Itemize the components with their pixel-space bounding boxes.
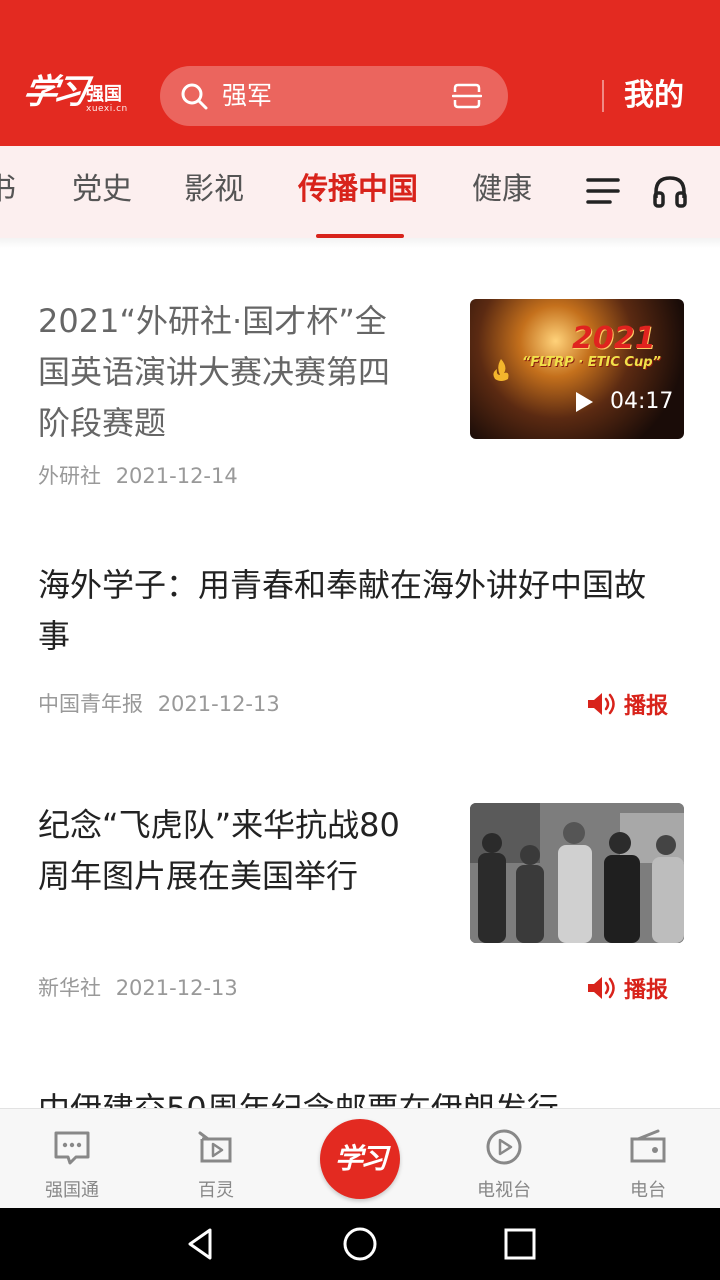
broadcast-label: 播报 — [624, 694, 669, 719]
tab-shadow — [0, 238, 720, 248]
nav-label: 电台 — [630, 1180, 666, 1201]
tv-play-icon — [486, 1129, 522, 1165]
article-source: 外研社 — [38, 464, 101, 488]
title-line: 周年图片展在美国举行 — [38, 857, 359, 895]
radio-icon — [630, 1129, 666, 1163]
top-header: 学习 强国 xuexi.cn 强军 我的 — [0, 0, 720, 146]
play-icon — [576, 392, 593, 412]
nav-label: 电视台 — [477, 1180, 531, 1201]
header-divider — [602, 80, 604, 112]
menu-icon[interactable] — [586, 176, 622, 206]
logo-domain: xuexi.cn — [86, 104, 128, 114]
tab-party-history[interactable]: 党史 — [72, 170, 132, 210]
article-meta: 外研社 2021-12-14 — [38, 462, 246, 490]
thumbnail-year: 2021 — [572, 321, 656, 356]
video-duration: 04:17 — [610, 389, 674, 414]
article-meta: 新华社 2021-12-13 — [38, 974, 246, 1002]
article-date: 2021-12-13 — [115, 976, 238, 1000]
article-date: 2021-12-14 — [115, 464, 238, 488]
title-line: 纪念“飞虎队”来华抗战80 — [38, 806, 400, 844]
video-thumbnail[interactable]: 2021 “FLTRP · ETIC Cup” 04:17 — [470, 299, 684, 439]
nav-bailing[interactable]: 百灵 — [166, 1109, 266, 1209]
search-bar[interactable]: 强军 — [160, 66, 508, 126]
channel-tabs: 书 党史 影视 传播中国 健康 — [0, 146, 720, 238]
scan-icon[interactable] — [452, 82, 482, 110]
back-icon[interactable] — [182, 1226, 218, 1262]
title-line: 阶段赛题 — [38, 404, 167, 442]
tab-book[interactable]: 书 — [0, 170, 16, 210]
headphone-icon[interactable] — [652, 174, 688, 208]
nav-tv[interactable]: 电视台 — [454, 1109, 554, 1209]
nav-label: 强国通 — [45, 1180, 99, 1201]
search-query-text: 强军 — [222, 81, 273, 110]
article-title: 海外学子：用青春和奉献在海外讲好中国故 事 — [38, 560, 698, 662]
tab-spread-china[interactable]: 传播中国 — [298, 170, 418, 210]
nav-radio[interactable]: 电台 — [598, 1109, 698, 1209]
mine-button[interactable]: 我的 — [624, 76, 684, 116]
speaker-icon — [588, 693, 615, 715]
speaker-icon — [588, 977, 615, 999]
title-line: 海外学子：用青春和奉献在海外讲好中国故 — [38, 566, 647, 604]
article-source: 新华社 — [38, 976, 101, 1000]
article-date: 2021-12-13 — [157, 692, 280, 716]
system-navigation-bar — [0, 1208, 720, 1280]
article-source: 中国青年报 — [38, 692, 143, 716]
tab-film[interactable]: 影视 — [184, 170, 244, 210]
nav-label: 百灵 — [198, 1180, 234, 1201]
home-icon[interactable] — [342, 1226, 378, 1262]
title-line: 事 — [38, 617, 71, 655]
photo-thumbnail[interactable] — [470, 803, 684, 943]
chat-icon — [54, 1131, 90, 1165]
video-feed-icon — [198, 1131, 232, 1163]
broadcast-button[interactable]: 播报 — [586, 688, 668, 720]
flying-tigers-photo — [470, 803, 684, 943]
thumbnail-cup-text: “FLTRP · ETIC Cup” — [522, 355, 661, 370]
flame-logo-icon — [493, 359, 509, 381]
search-icon — [181, 83, 208, 110]
article-title: 纪念“飞虎队”来华抗战80 周年图片展在美国举行 — [38, 800, 448, 902]
xuexi-logo[interactable]: 学习 强国 xuexi.cn — [20, 64, 134, 120]
xuexi-center-button[interactable]: 学习 — [320, 1119, 400, 1199]
broadcast-label: 播报 — [624, 978, 669, 1003]
article-meta: 中国青年报 2021-12-13 — [38, 690, 288, 718]
logo-name: 强国 — [86, 84, 122, 105]
recents-icon[interactable] — [502, 1226, 538, 1262]
title-line: 2021“外研社·国才杯”全 — [38, 302, 387, 340]
title-line: 国英语演讲大赛决赛第四 — [38, 353, 391, 391]
broadcast-button[interactable]: 播报 — [586, 972, 668, 1004]
xuexi-logo-text: 学习 — [334, 1142, 388, 1175]
nav-qiangguotong[interactable]: 强国通 — [22, 1109, 122, 1209]
tab-health[interactable]: 健康 — [472, 170, 532, 210]
bottom-navigation: 强国通 百灵 学习 电视台 电台 — [0, 1108, 720, 1208]
logo-script: 学习 — [19, 72, 87, 112]
article-title: 2021“外研社·国才杯”全 国英语演讲大赛决赛第四 阶段赛题 — [38, 296, 448, 449]
